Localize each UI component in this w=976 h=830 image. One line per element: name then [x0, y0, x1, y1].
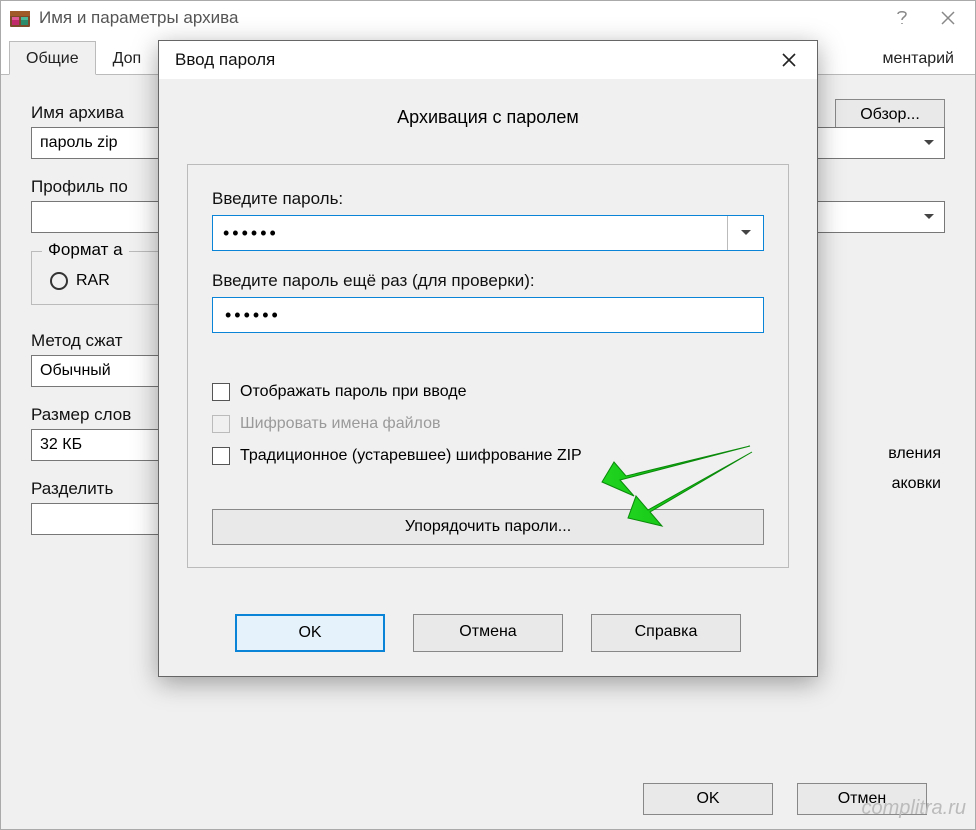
- dialog-cancel-button[interactable]: Отмена: [413, 614, 563, 652]
- password-input[interactable]: [213, 223, 727, 244]
- watermark: complitra.ru: [862, 797, 966, 820]
- confirm-password-wrapper[interactable]: [212, 297, 764, 333]
- checkbox-icon: [212, 447, 230, 465]
- confirm-password-label: Введите пароль ещё раз (для проверки):: [212, 271, 764, 291]
- format-rar-label: RAR: [76, 272, 110, 290]
- tab-general[interactable]: Общие: [9, 41, 96, 75]
- dialog-title: Ввод пароля: [175, 50, 767, 70]
- enter-password-label: Введите пароль:: [212, 189, 764, 209]
- confirm-password-input[interactable]: [223, 304, 753, 327]
- show-password-checkbox-row[interactable]: Отображать пароль при вводе: [212, 383, 764, 401]
- parent-ok-button[interactable]: OK: [643, 783, 773, 815]
- format-group-legend: Формат а: [42, 240, 129, 260]
- app-icon: [9, 7, 31, 29]
- parent-close-button[interactable]: [925, 1, 971, 35]
- organize-passwords-button[interactable]: Упорядочить пароли...: [212, 509, 764, 545]
- dialog-titlebar: Ввод пароля: [159, 41, 817, 79]
- dialog-footer: OK Отмена Справка: [187, 614, 789, 652]
- password-group: Введите пароль: Введите пароль ещё раз (…: [187, 164, 789, 568]
- dialog-close-button[interactable]: [767, 41, 811, 79]
- side-text-2: аковки: [892, 475, 941, 493]
- password-dropdown-button[interactable]: [727, 216, 763, 250]
- dialog-help-button[interactable]: Справка: [591, 614, 741, 652]
- method-value: Обычный: [40, 362, 111, 380]
- checkbox-icon: [212, 383, 230, 401]
- tab-advanced[interactable]: Доп: [96, 41, 159, 74]
- format-rar-radio[interactable]: RAR: [50, 272, 172, 290]
- dialog-body: Архивация с паролем Введите пароль: Введ…: [159, 79, 817, 676]
- parent-window-title: Имя и параметры архива: [39, 8, 879, 28]
- legacy-zip-label: Традиционное (устаревшее) шифрование ZIP: [240, 447, 582, 465]
- dialog-ok-button[interactable]: OK: [235, 614, 385, 652]
- show-password-label: Отображать пароль при вводе: [240, 383, 466, 401]
- password-input-combo[interactable]: [212, 215, 764, 251]
- archive-name-value: пароль zip: [40, 134, 118, 152]
- dialog-heading: Архивация с паролем: [187, 107, 789, 128]
- help-button[interactable]: [879, 1, 925, 35]
- tab-comment[interactable]: ментарий: [865, 41, 971, 74]
- checkbox-icon: [212, 415, 230, 433]
- legacy-zip-checkbox-row[interactable]: Традиционное (устаревшее) шифрование ZIP: [212, 447, 764, 465]
- password-dialog: Ввод пароля Архивация с паролем Введите …: [158, 40, 818, 677]
- encrypt-names-label: Шифровать имена файлов: [240, 415, 440, 433]
- encrypt-names-checkbox-row: Шифровать имена файлов: [212, 415, 764, 433]
- radio-icon: [50, 272, 68, 290]
- dict-value: 32 КБ: [40, 436, 82, 454]
- side-text-1: вления: [888, 445, 941, 463]
- parent-titlebar: Имя и параметры архива: [1, 1, 975, 35]
